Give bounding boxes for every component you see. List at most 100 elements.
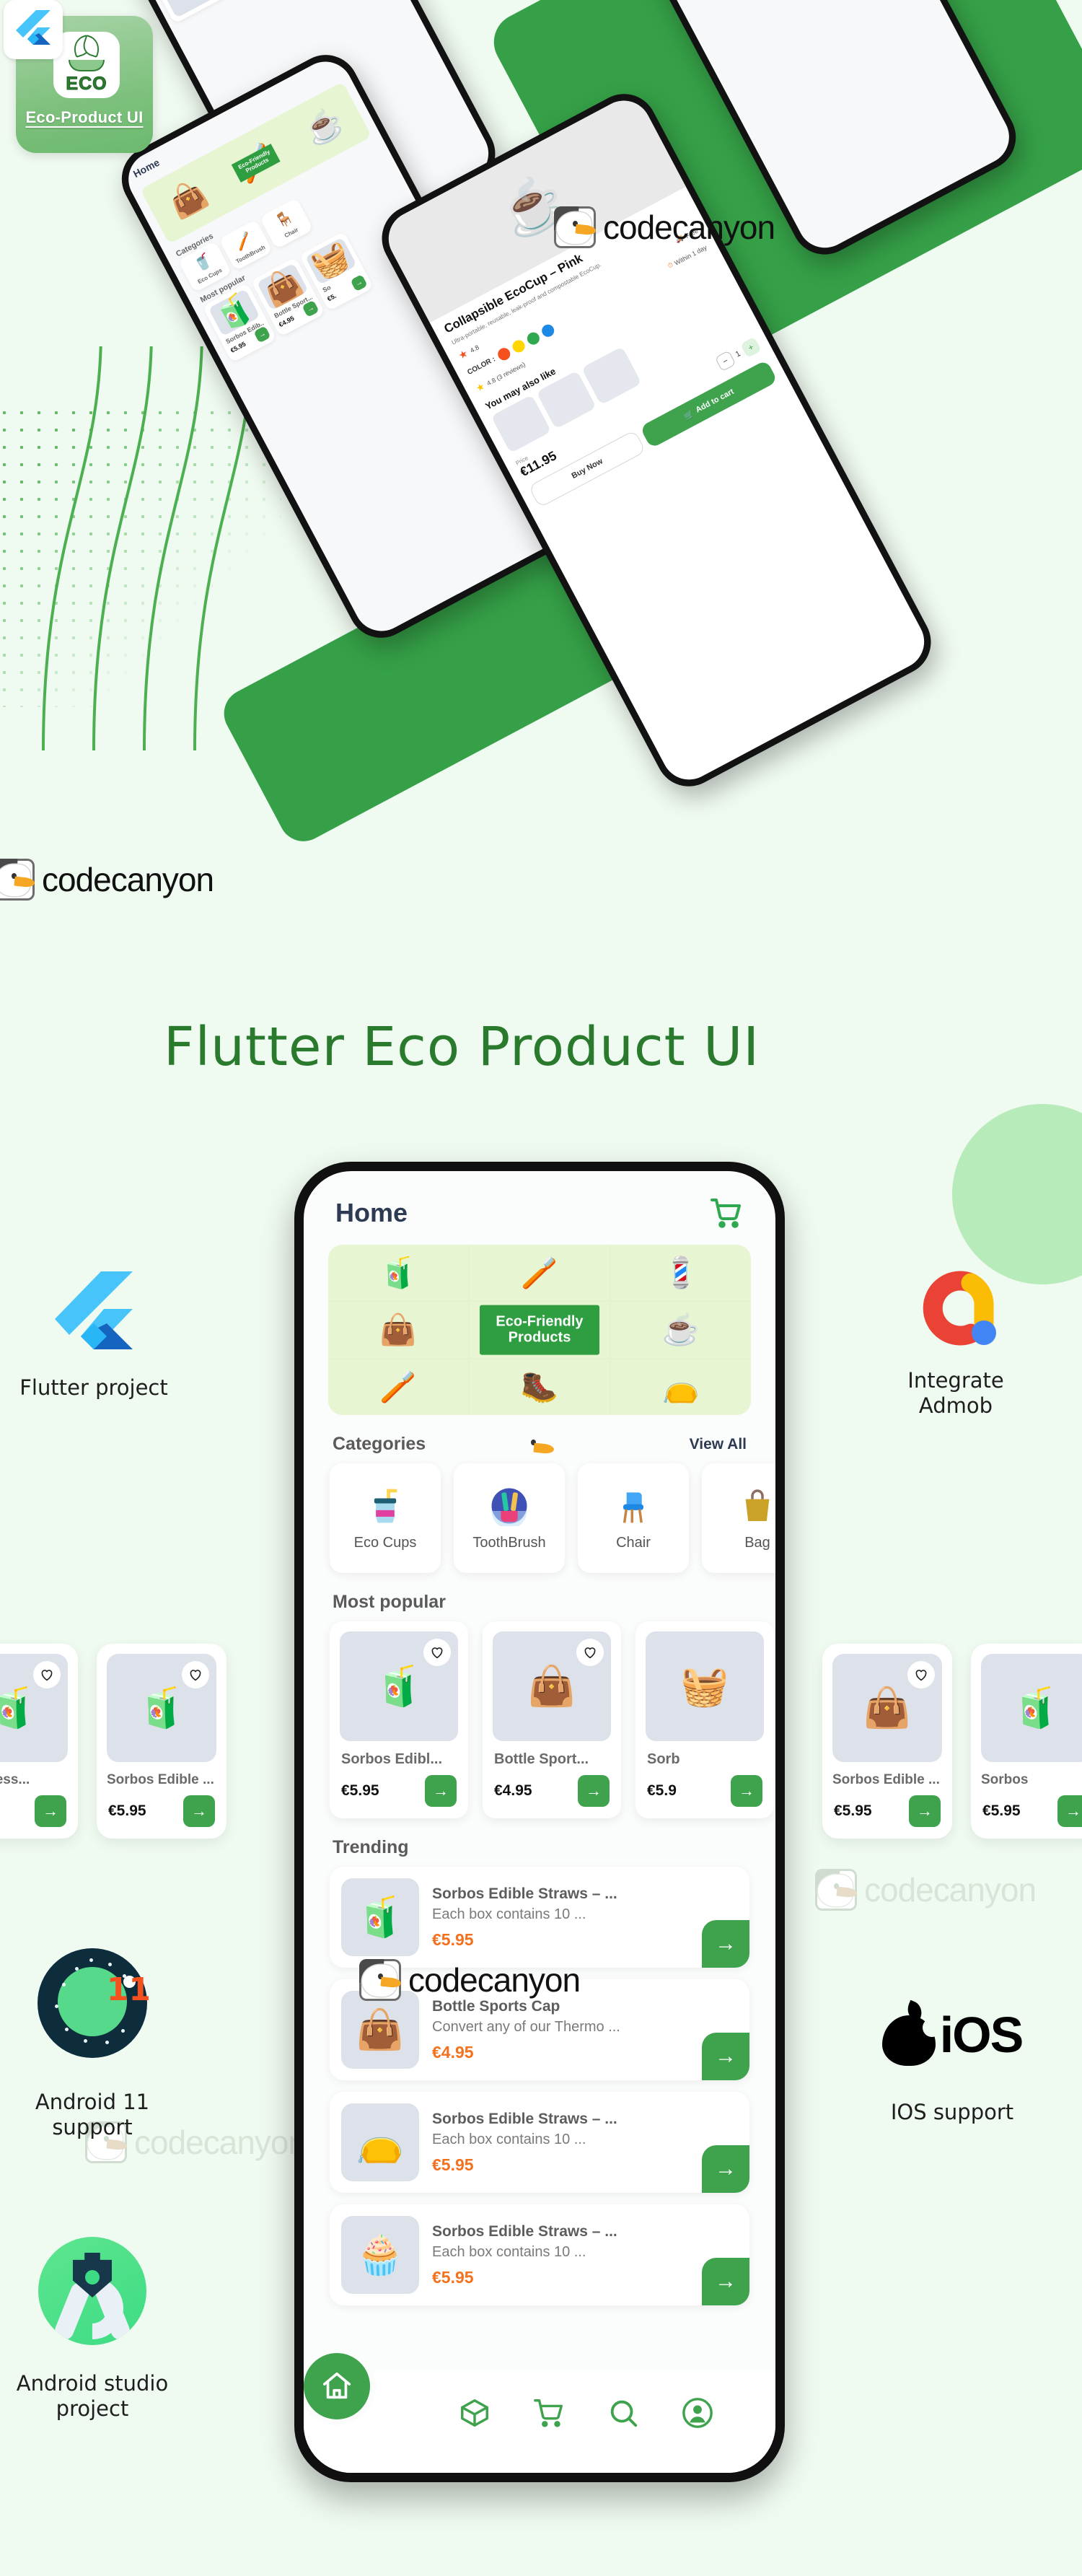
categories-title: Categories <box>333 1434 426 1454</box>
feature-label: Android 11 support <box>35 2090 150 2140</box>
product-go-button[interactable]: → <box>425 1775 457 1807</box>
feature-label: Flutter project <box>19 1375 168 1400</box>
ios-wordmark: iOS <box>939 2007 1024 2063</box>
truck-icon: 🚚 <box>674 234 685 245</box>
product-go-button[interactable]: → <box>702 2145 749 2193</box>
trending-row[interactable]: 👜 Bottle Sports Cap Convert any of our T… <box>330 1979 749 2080</box>
qty-decrement-button[interactable]: − <box>714 350 736 372</box>
product-description: Convert any of our Thermo ... <box>432 2018 620 2035</box>
trending-header: Trending <box>304 1818 775 1867</box>
product-image: 🧃 <box>0 1654 68 1762</box>
category-label: ToothBrush <box>472 1534 546 1551</box>
qty-increment-button[interactable]: + <box>740 336 762 359</box>
product-card[interactable]: 🧃 Sorbos €5.95 → <box>971 1644 1082 1839</box>
bottom-navigation <box>304 2347 775 2473</box>
product-name: Sorbos Edible Straws – ... <box>432 2110 617 2127</box>
category-label: Bag <box>744 1534 770 1551</box>
favorite-icon[interactable] <box>907 1661 935 1688</box>
product-image: 👜 <box>493 1631 611 1741</box>
product-price: €5.95 <box>432 2155 474 2174</box>
feature-android-studio-project: Android studio project <box>0 2237 201 2422</box>
product-price: €4.95 <box>432 2042 474 2062</box>
hand-icon <box>69 60 105 71</box>
category-item-toothbrush[interactable]: ToothBrush <box>454 1463 565 1573</box>
product-description: Each box contains 10 ... <box>432 1906 586 1922</box>
category-item-chair[interactable]: Chair <box>578 1463 689 1573</box>
product-card[interactable]: 🧃 Sorbos Edibl... €5.95 → <box>330 1621 468 1818</box>
side-cards-left: 🧃 Stainless... 5 → 🧃 Sorbos Edible ... €… <box>0 1644 226 1839</box>
product-card[interactable]: 👜 Bottle Sport... €4.95 → <box>483 1621 621 1818</box>
product-name: Sorbos Edibl... <box>341 1751 443 1767</box>
feature-ios-support: iOS IOS support <box>837 1992 1068 2125</box>
product-price: €5.95 <box>834 1802 872 1819</box>
product-image: 🧃 <box>340 1631 458 1741</box>
product-go-button[interactable]: → <box>578 1775 610 1807</box>
trending-title: Trending <box>333 1837 409 1857</box>
shopping-cart-icon[interactable] <box>709 1196 744 1230</box>
trending-row[interactable]: 👝 Sorbos Edible Straws – ... Each box co… <box>330 2092 749 2193</box>
color-swatch-red[interactable] <box>496 346 513 363</box>
star-icon: ★ <box>456 347 470 362</box>
product-go-button[interactable]: → <box>909 1795 941 1827</box>
mini-product-card[interactable]: ☕ <box>152 0 268 24</box>
product-name: Sorbos Edible Straws – ... <box>432 2222 617 2240</box>
color-swatch-blue[interactable] <box>540 322 557 339</box>
product-price: €5.95 <box>432 1929 474 1949</box>
categories-list[interactable]: Eco Cups ToothBrush Chair Bag <box>304 1463 775 1573</box>
product-name: Sorbos Edible ... <box>832 1772 940 1787</box>
promo-banner[interactable]: 🧃 🪥 💈 👜 ☕ 🪥 🥾 👝 Eco-Friendly Products <box>328 1245 751 1415</box>
product-description: Each box contains 10 ... <box>432 2243 586 2260</box>
product-card[interactable]: 🧃 Stainless... 5 → <box>0 1644 78 1839</box>
product-go-button[interactable]: → <box>702 2033 749 2080</box>
favorite-icon[interactable] <box>182 1661 209 1688</box>
product-name: Sorbos <box>981 1772 1029 1787</box>
nav-home-button[interactable] <box>304 2347 376 2425</box>
product-go-button[interactable]: → <box>35 1795 66 1827</box>
nav-cart-button[interactable] <box>532 2396 566 2430</box>
product-name: Sorbos Edible Straws – ... <box>432 1885 617 1902</box>
feature-flutter-project: Flutter project <box>0 1270 202 1401</box>
product-go-button[interactable]: → <box>731 1775 762 1807</box>
banner-badge-line1: Eco-Friendly <box>496 1313 584 1330</box>
most-popular-list[interactable]: 🧃 Sorbos Edibl... €5.95 → 👜 Bottle Sport… <box>304 1621 775 1818</box>
nav-profile-button[interactable] <box>681 2396 714 2430</box>
product-price: €5.95 <box>108 1802 146 1819</box>
product-go-button[interactable]: → <box>183 1795 215 1827</box>
product-go-button[interactable]: → <box>702 1920 749 1968</box>
product-image: 👜 <box>341 1991 419 2069</box>
color-swatch-green[interactable] <box>525 330 542 347</box>
star-icon: ★ <box>474 380 487 395</box>
favorite-icon[interactable] <box>33 1661 61 1688</box>
cart-icon <box>534 2399 563 2427</box>
favorite-icon[interactable] <box>423 1639 451 1666</box>
trending-row[interactable]: 🧁 Sorbos Edible Straws – ... Each box co… <box>330 2204 749 2305</box>
nav-search-button[interactable] <box>607 2396 640 2430</box>
product-go-button[interactable]: → <box>1057 1795 1082 1827</box>
codecanyon-wordmark: codecanyon <box>864 1871 1037 1909</box>
category-item-bag[interactable]: Bag <box>702 1463 775 1573</box>
android-version-number: 11 <box>106 1971 151 2008</box>
nav-orders-button[interactable] <box>458 2396 491 2430</box>
color-swatch-yellow[interactable] <box>510 338 527 355</box>
favorite-icon[interactable] <box>576 1639 604 1666</box>
view-all-link[interactable]: View All <box>690 1436 747 1453</box>
banner-badge-line2: Products <box>508 1330 571 1346</box>
promo-page: Products 🧴 ★ (4.0) €19.95 👜 ★ (4.4) €19.… <box>0 0 1082 2576</box>
android-studio-icon <box>38 2237 146 2345</box>
product-card[interactable]: 👜 Sorbos Edible ... €5.95 → <box>822 1644 952 1839</box>
most-popular-header: Most popular <box>304 1573 775 1621</box>
codecanyon-bird-icon <box>815 1869 857 1911</box>
product-go-button[interactable]: → <box>702 2258 749 2305</box>
product-card[interactable]: 🧺 Sorb €5.9 → <box>635 1621 774 1818</box>
page-heading: Home <box>335 1198 408 1227</box>
app-header: Home <box>304 1171 775 1240</box>
category-item-eco-cups[interactable]: Eco Cups <box>330 1463 441 1573</box>
bag-icon <box>745 1489 770 1521</box>
product-price: €5.9 <box>647 1782 677 1799</box>
feature-android-11-support: 11 Android 11 support <box>0 1948 201 2141</box>
eco-logo-tile: ECO <box>53 32 120 98</box>
product-card[interactable]: 🧃 Sorbos Edible ... €5.95 → <box>97 1644 226 1839</box>
search-icon <box>610 2400 638 2427</box>
trending-row[interactable]: 🧃 Sorbos Edible Straws – ... Each box co… <box>330 1867 749 1968</box>
home-icon <box>322 2372 351 2399</box>
